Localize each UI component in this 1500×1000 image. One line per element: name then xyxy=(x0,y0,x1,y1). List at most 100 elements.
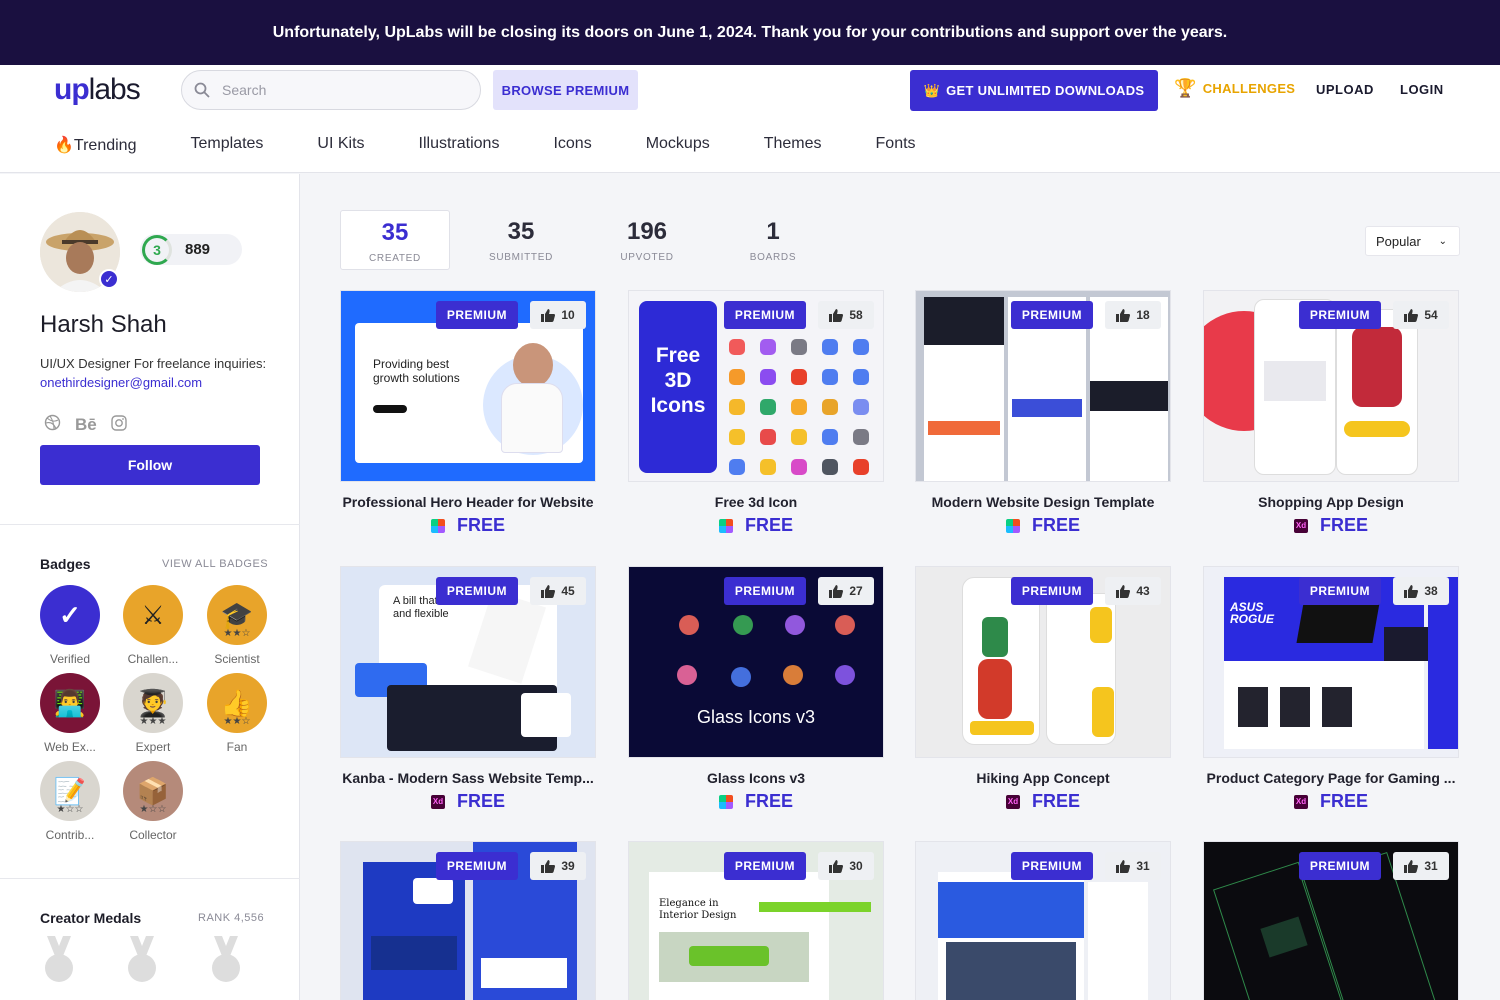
card-title[interactable]: Glass Icons v3 xyxy=(628,770,884,786)
nav-fonts[interactable]: Fonts xyxy=(876,135,916,155)
card-thumbnail[interactable]: PREMIUM 39 xyxy=(340,841,596,1000)
nav-illustrations[interactable]: Illustrations xyxy=(419,135,500,155)
like-button[interactable]: 30 xyxy=(818,852,874,880)
card-thumbnail[interactable]: A bill that's fair and flexible PREMIUM 45 xyxy=(340,566,596,758)
thumbs-up-icon xyxy=(829,308,844,322)
upload-link[interactable]: UPLOAD xyxy=(1316,82,1374,97)
tab-upvoted[interactable]: 196 UPVOTED xyxy=(592,210,702,270)
like-button[interactable]: 45 xyxy=(530,577,586,605)
card-title[interactable]: Professional Hero Header for Website xyxy=(340,494,596,510)
nav-trending[interactable]: 🔥Trending xyxy=(54,135,136,155)
instagram-icon[interactable] xyxy=(111,414,127,436)
email-link[interactable]: onethirdesigner@gmail.com xyxy=(40,373,280,392)
nav-templates[interactable]: Templates xyxy=(190,135,263,155)
profile-bio: UI/UX Designer For freelance inquiries: … xyxy=(40,354,280,392)
design-card[interactable]: A bill that's fair and flexible PREMIUM 45… xyxy=(340,566,596,812)
nav-ui-kits[interactable]: UI Kits xyxy=(317,135,364,155)
badge-item[interactable]: ⚔ Challen... xyxy=(122,585,184,666)
dribbble-icon[interactable] xyxy=(44,414,61,436)
stat-number: 1 xyxy=(766,218,780,245)
design-card[interactable]: PREMIUM 43 Hiking App Concept Xd FREE xyxy=(915,566,1171,812)
behance-icon[interactable]: Bē xyxy=(75,415,97,435)
like-button[interactable]: 31 xyxy=(1393,852,1449,880)
card-price: Xd FREE xyxy=(1203,791,1459,812)
sort-value: Popular xyxy=(1376,233,1421,249)
card-thumbnail[interactable]: PREMIUM 54 xyxy=(1203,290,1459,482)
badge-item[interactable]: 📦 ★☆☆ Collector xyxy=(122,761,184,842)
badge-item[interactable]: 🎓 ★★☆ Scientist xyxy=(206,585,268,666)
card-title[interactable]: Hiking App Concept xyxy=(915,770,1171,786)
card-title[interactable]: Shopping App Design xyxy=(1203,494,1459,510)
nav-icons[interactable]: Icons xyxy=(553,135,591,155)
design-card[interactable]: PREMIUM 31 xyxy=(915,841,1171,1000)
card-thumbnail[interactable]: Glass Icons v3 PREMIUM 27 xyxy=(628,566,884,758)
design-card[interactable]: PREMIUM 31 xyxy=(1203,841,1459,1000)
design-card[interactable]: PREMIUM 18 Modern Website Design Template F… xyxy=(915,290,1171,536)
stat-label: UPVOTED xyxy=(620,252,674,263)
view-all-badges-link[interactable]: VIEW ALL BADGES xyxy=(162,558,268,570)
like-button[interactable]: 58 xyxy=(818,301,874,329)
nav-mockups[interactable]: Mockups xyxy=(646,135,710,155)
card-thumbnail[interactable]: Free 3D Icons PREMIUM 58 xyxy=(628,290,884,482)
challenges-link[interactable]: 🏆 CHALLENGES xyxy=(1174,78,1295,99)
nav-themes[interactable]: Themes xyxy=(764,135,822,155)
badge-item[interactable]: 👍 ★★☆ Fan xyxy=(206,673,268,754)
login-link[interactable]: LOGIN xyxy=(1400,82,1444,97)
like-button[interactable]: 27 xyxy=(818,577,874,605)
like-button[interactable]: 54 xyxy=(1393,301,1449,329)
tab-boards[interactable]: 1 BOARDS xyxy=(718,210,828,270)
like-button[interactable]: 10 xyxy=(530,301,586,329)
badge-label: Fan xyxy=(226,740,248,754)
design-card[interactable]: PREMIUM 54 Shopping App Design Xd FREE xyxy=(1203,290,1459,536)
uplabs-logo[interactable]: uplabs xyxy=(54,73,141,107)
browse-premium-button[interactable]: BROWSE PREMIUM xyxy=(493,70,638,110)
tab-submitted[interactable]: 35 SUBMITTED xyxy=(466,210,576,270)
badge-item[interactable]: 🧑‍🎓 ★★★ Expert xyxy=(122,673,184,754)
badge-stars: ★★☆ xyxy=(223,716,251,727)
get-unlimited-downloads-button[interactable]: 👑 GET UNLIMITED DOWNLOADS xyxy=(910,70,1158,111)
card-thumbnail[interactable]: Providing best growth solutions PREMIUM 10 xyxy=(340,290,596,482)
level-ring: 3 xyxy=(142,234,172,265)
design-card[interactable]: Providing best growth solutions PREMIUM 10… xyxy=(340,290,596,536)
card-title[interactable]: Product Category Page for Gaming ... xyxy=(1203,770,1459,786)
like-button[interactable]: 18 xyxy=(1105,301,1161,329)
badge-item[interactable]: 📝 ★☆☆ Contrib... xyxy=(39,761,101,842)
follow-button[interactable]: Follow xyxy=(40,445,260,485)
card-title[interactable]: Modern Website Design Template xyxy=(915,494,1171,510)
design-card[interactable]: Elegance in Interior Design PREMIUM 30 xyxy=(628,841,884,1000)
tab-created[interactable]: 35 CREATED xyxy=(340,210,450,270)
card-thumbnail[interactable]: ASUS ROGUE PREMIUM 38 xyxy=(1203,566,1459,758)
like-count: 45 xyxy=(561,584,575,598)
card-title[interactable]: Kanba - Modern Sass Website Temp... xyxy=(340,770,596,786)
design-card[interactable]: Free 3D Icons PREMIUM 58 Free 3d Icon FREE xyxy=(628,290,884,536)
badge-glyph: 👨‍💻 xyxy=(53,687,87,718)
like-button[interactable]: 43 xyxy=(1105,577,1161,605)
thumb-text: Glass Icons v3 xyxy=(696,707,816,727)
thumbs-up-icon xyxy=(1116,859,1131,873)
sort-dropdown[interactable]: Popular ⌄ xyxy=(1365,226,1460,256)
badge-item[interactable]: ✓ Verified xyxy=(39,585,101,666)
card-title[interactable]: Free 3d Icon xyxy=(628,494,884,510)
price-label: FREE xyxy=(744,515,793,535)
price-label: FREE xyxy=(1031,791,1080,811)
design-card[interactable]: PREMIUM 39 xyxy=(340,841,596,1000)
like-button[interactable]: 31 xyxy=(1105,852,1161,880)
search-input[interactable] xyxy=(222,82,452,98)
like-button[interactable]: 38 xyxy=(1393,577,1449,605)
badge-glyph: 👍 xyxy=(220,687,254,718)
creator-medals-title: Creator Medals xyxy=(40,910,142,926)
badge-item[interactable]: 👨‍💻 Web Ex... xyxy=(39,673,101,754)
design-card[interactable]: ASUS ROGUE PREMIUM 38 Product Category Page… xyxy=(1203,566,1459,812)
card-thumbnail[interactable]: PREMIUM 18 xyxy=(915,290,1171,482)
badge-glyph: 🎓 xyxy=(220,599,254,630)
card-thumbnail[interactable]: PREMIUM 31 xyxy=(1203,841,1459,1000)
card-price: Xd FREE xyxy=(340,791,596,812)
card-thumbnail[interactable]: PREMIUM 43 xyxy=(915,566,1171,758)
like-button[interactable]: 39 xyxy=(530,852,586,880)
search-box[interactable] xyxy=(181,70,481,110)
card-thumbnail[interactable]: Elegance in Interior Design PREMIUM 30 xyxy=(628,841,884,1000)
premium-badge: PREMIUM xyxy=(1010,577,1093,605)
card-thumbnail[interactable]: PREMIUM 31 xyxy=(915,841,1171,1000)
thumb-text: Free 3D Icons xyxy=(639,301,717,473)
design-card[interactable]: Glass Icons v3 PREMIUM 27 Glass Icons v3 FRE… xyxy=(628,566,884,812)
